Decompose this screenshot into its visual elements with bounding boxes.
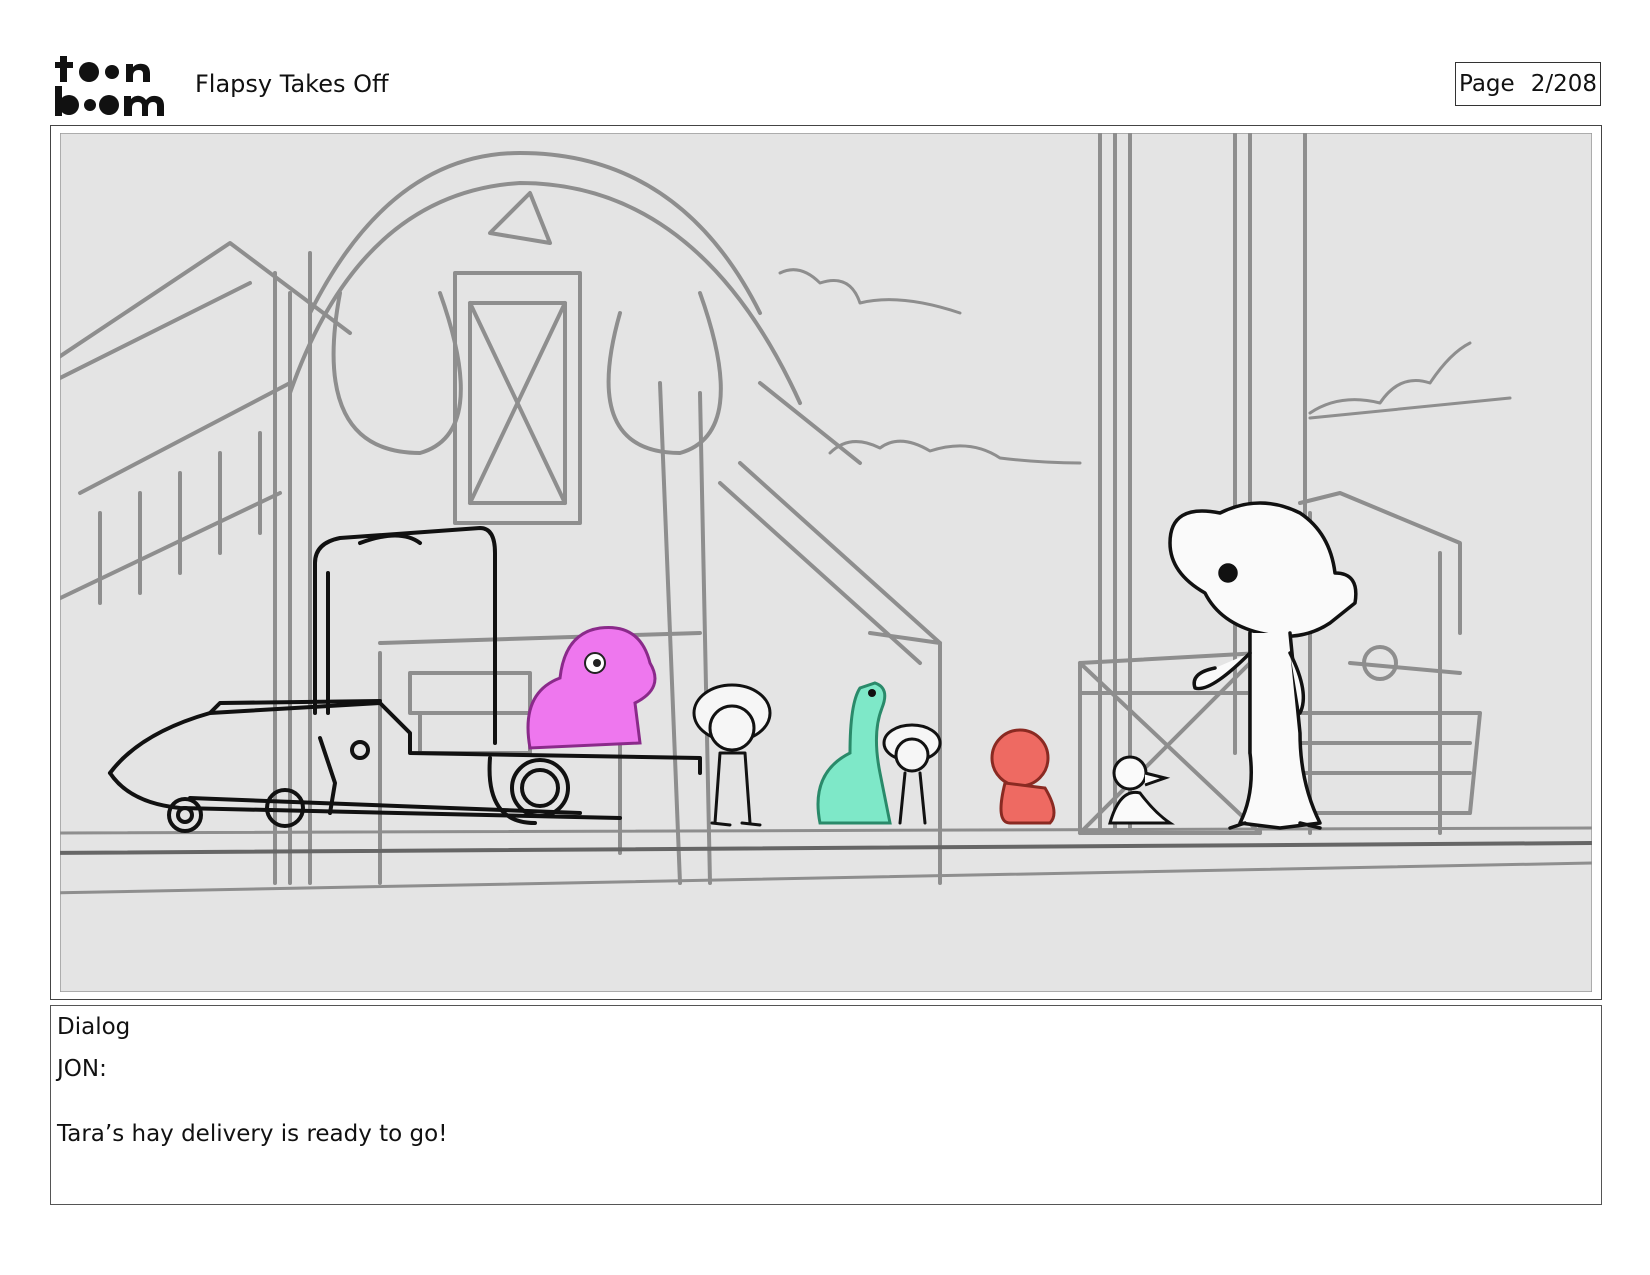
page-label: Page — [1459, 71, 1515, 97]
dialog-speaker: JON: — [57, 1055, 107, 1082]
storyboard-panel-drawing — [60, 133, 1592, 992]
page-number: 2/208 — [1530, 71, 1597, 97]
dialog-box: Dialog JON: Tara’s hay delivery is ready… — [50, 1005, 1602, 1205]
project-title: Flapsy Takes Off — [195, 70, 389, 98]
page-indicator: Page 2/208 — [1455, 62, 1601, 106]
dialog-line: Tara’s hay delivery is ready to go! — [57, 1121, 448, 1148]
toonboom-logo — [55, 56, 164, 116]
dialog-heading: Dialog — [57, 1014, 131, 1040]
